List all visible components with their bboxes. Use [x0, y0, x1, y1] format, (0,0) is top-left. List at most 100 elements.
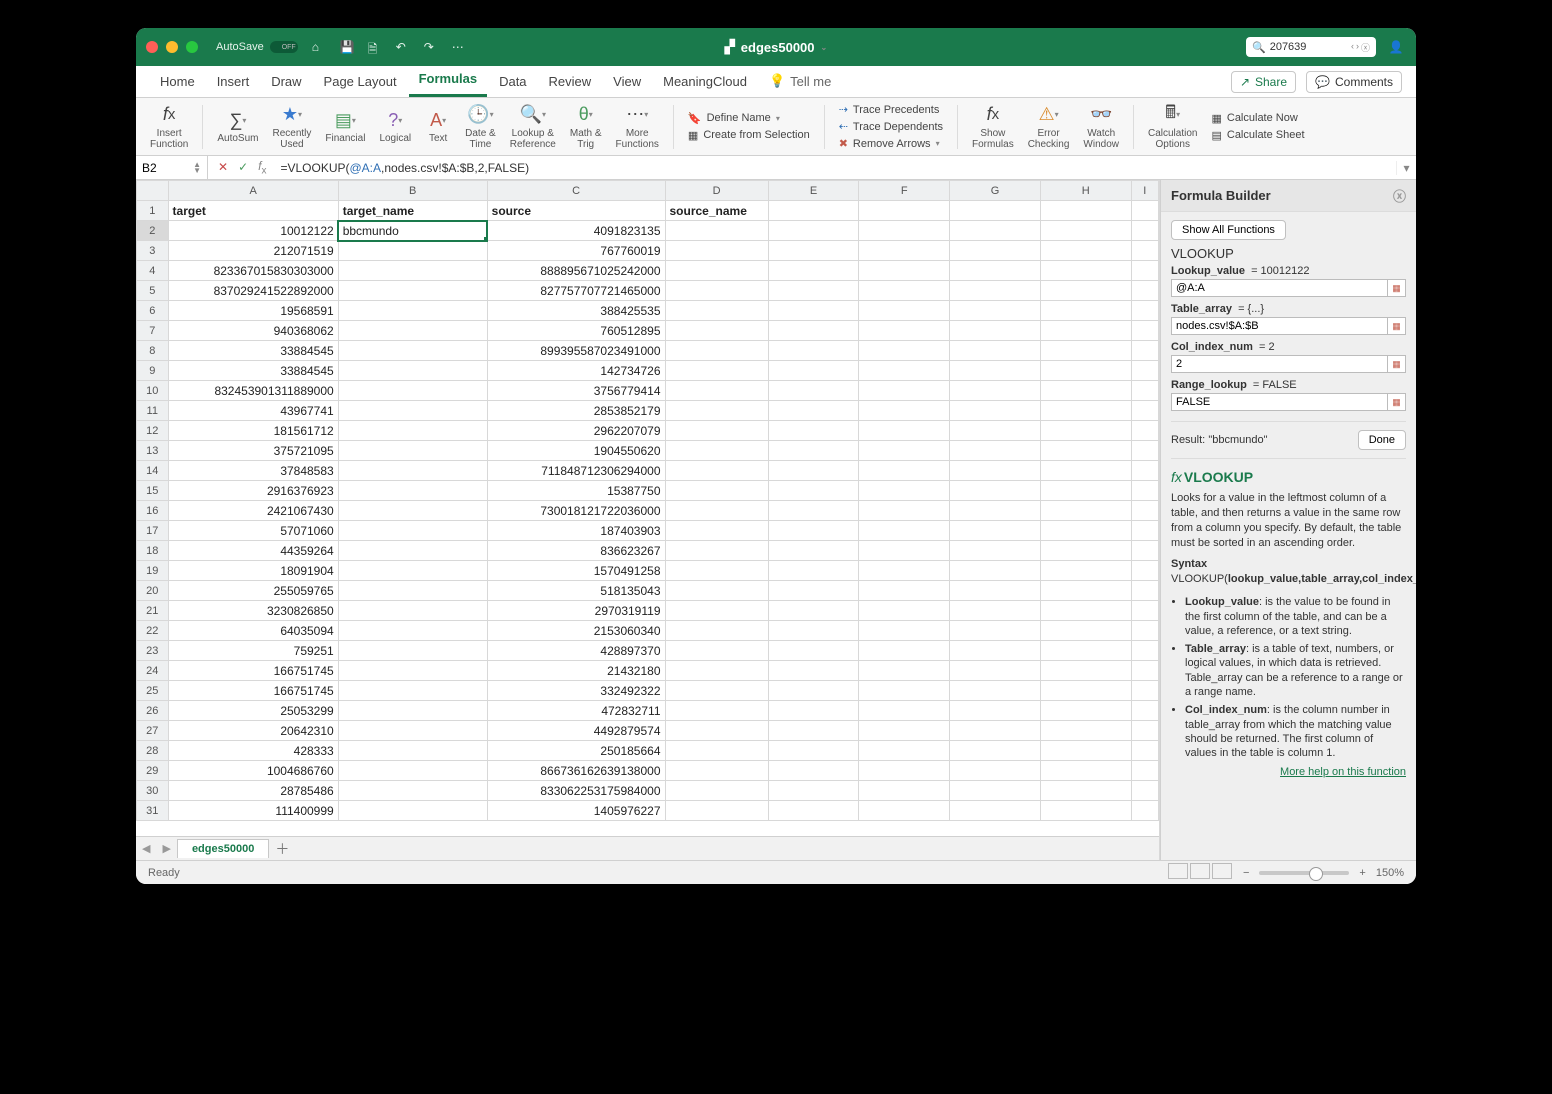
cell-I15[interactable] — [1131, 481, 1158, 501]
cell-B16[interactable] — [338, 501, 487, 521]
row-header-17[interactable]: 17 — [137, 521, 169, 541]
cell-F22[interactable] — [859, 621, 950, 641]
arg-input-table_array[interactable] — [1171, 317, 1388, 335]
cell-E7[interactable] — [768, 321, 859, 341]
cell-A2[interactable]: 10012122 — [168, 221, 338, 241]
cell-B2[interactable]: bbcmundo — [338, 221, 487, 241]
cell-E26[interactable] — [768, 701, 859, 721]
autosum-button[interactable]: ∑▾AutoSum — [213, 109, 262, 144]
cell-H2[interactable] — [1040, 221, 1131, 241]
cell-C5[interactable]: 827757707721465000 — [487, 281, 665, 301]
cell-C2[interactable]: 4091823135 — [487, 221, 665, 241]
cell-H18[interactable] — [1040, 541, 1131, 561]
cell-B4[interactable] — [338, 261, 487, 281]
lookup-button[interactable]: 🔍▾Lookup & Reference — [506, 104, 560, 150]
range-picker-icon[interactable]: ▦ — [1388, 317, 1406, 335]
cell-G6[interactable] — [950, 301, 1041, 321]
cell-F27[interactable] — [859, 721, 950, 741]
add-sheet-button[interactable]: ＋ — [275, 839, 289, 859]
cell-C29[interactable]: 866736162639138000 — [487, 761, 665, 781]
cell-D8[interactable] — [665, 341, 768, 361]
cell-C23[interactable]: 428897370 — [487, 641, 665, 661]
row-header-15[interactable]: 15 — [137, 481, 169, 501]
row-header-18[interactable]: 18 — [137, 541, 169, 561]
row-header-29[interactable]: 29 — [137, 761, 169, 781]
cell-E8[interactable] — [768, 341, 859, 361]
cell-I10[interactable] — [1131, 381, 1158, 401]
cell-D5[interactable] — [665, 281, 768, 301]
cell-G20[interactable] — [950, 581, 1041, 601]
cell-E5[interactable] — [768, 281, 859, 301]
cell-F29[interactable] — [859, 761, 950, 781]
logical-button[interactable]: ?▾Logical — [375, 109, 415, 144]
cell-H19[interactable] — [1040, 561, 1131, 581]
cell-F5[interactable] — [859, 281, 950, 301]
cell-C14[interactable]: 711848712306294000 — [487, 461, 665, 481]
cell-H30[interactable] — [1040, 781, 1131, 801]
cell-C3[interactable]: 767760019 — [487, 241, 665, 261]
cell-A31[interactable]: 111400999 — [168, 801, 338, 821]
row-header-3[interactable]: 3 — [137, 241, 169, 261]
cell-E12[interactable] — [768, 421, 859, 441]
cell-D18[interactable] — [665, 541, 768, 561]
cell-F3[interactable] — [859, 241, 950, 261]
cell-D12[interactable] — [665, 421, 768, 441]
row-header-4[interactable]: 4 — [137, 261, 169, 281]
cell-B14[interactable] — [338, 461, 487, 481]
cell-A13[interactable]: 375721095 — [168, 441, 338, 461]
row-header-31[interactable]: 31 — [137, 801, 169, 821]
zoom-in-button[interactable]: + — [1359, 867, 1365, 879]
row-header-22[interactable]: 22 — [137, 621, 169, 641]
cell-F31[interactable] — [859, 801, 950, 821]
tab-formulas[interactable]: Formulas — [409, 65, 488, 97]
cell-E18[interactable] — [768, 541, 859, 561]
expand-formula-bar-icon[interactable]: ▾ — [1396, 161, 1416, 175]
cell-I6[interactable] — [1131, 301, 1158, 321]
trace-precedents-button[interactable]: ⇢Trace Precedents — [839, 103, 943, 116]
cell-B30[interactable] — [338, 781, 487, 801]
cell-B3[interactable] — [338, 241, 487, 261]
range-picker-icon[interactable]: ▦ — [1388, 279, 1406, 297]
tab-review[interactable]: Review — [539, 68, 602, 97]
minimize-window-button[interactable] — [166, 41, 178, 53]
cell-A21[interactable]: 3230826850 — [168, 601, 338, 621]
cell-D3[interactable] — [665, 241, 768, 261]
cell-A18[interactable]: 44359264 — [168, 541, 338, 561]
calculate-sheet-button[interactable]: ▤Calculate Sheet — [1211, 129, 1304, 142]
cell-C31[interactable]: 1405976227 — [487, 801, 665, 821]
cell-C16[interactable]: 730018121722036000 — [487, 501, 665, 521]
cell-F4[interactable] — [859, 261, 950, 281]
watch-window-button[interactable]: 👓Watch Window — [1079, 104, 1123, 150]
trace-dependents-button[interactable]: ⇠Trace Dependents — [839, 120, 943, 133]
cell-A20[interactable]: 255059765 — [168, 581, 338, 601]
name-box[interactable]: B2 ▲▼ — [136, 156, 208, 179]
cell-E9[interactable] — [768, 361, 859, 381]
cell-E30[interactable] — [768, 781, 859, 801]
cell-I2[interactable] — [1131, 221, 1158, 241]
cell-F21[interactable] — [859, 601, 950, 621]
column-header-G[interactable]: G — [950, 181, 1041, 201]
cell-B8[interactable] — [338, 341, 487, 361]
cell-F6[interactable] — [859, 301, 950, 321]
save-icon[interactable]: 💾 — [340, 40, 354, 54]
column-header-C[interactable]: C — [487, 181, 665, 201]
cell-C1[interactable]: source — [487, 201, 665, 221]
zoom-window-button[interactable] — [186, 41, 198, 53]
cell-B6[interactable] — [338, 301, 487, 321]
title-search-input[interactable]: 🔍 207639 ‹›ⓧ — [1246, 37, 1376, 57]
cell-H11[interactable] — [1040, 401, 1131, 421]
cell-H29[interactable] — [1040, 761, 1131, 781]
cell-G2[interactable] — [950, 221, 1041, 241]
cell-D28[interactable] — [665, 741, 768, 761]
cell-G25[interactable] — [950, 681, 1041, 701]
cell-D23[interactable] — [665, 641, 768, 661]
calculate-now-button[interactable]: ▦Calculate Now — [1211, 112, 1304, 125]
cell-H20[interactable] — [1040, 581, 1131, 601]
column-header-E[interactable]: E — [768, 181, 859, 201]
comments-button[interactable]: 💬Comments — [1306, 71, 1402, 93]
remove-arrows-button[interactable]: ✖Remove Arrows▾ — [839, 137, 943, 150]
cell-E27[interactable] — [768, 721, 859, 741]
cell-G5[interactable] — [950, 281, 1041, 301]
cell-H8[interactable] — [1040, 341, 1131, 361]
document-title[interactable]: ▞ edges50000 ⌄ — [725, 39, 827, 55]
